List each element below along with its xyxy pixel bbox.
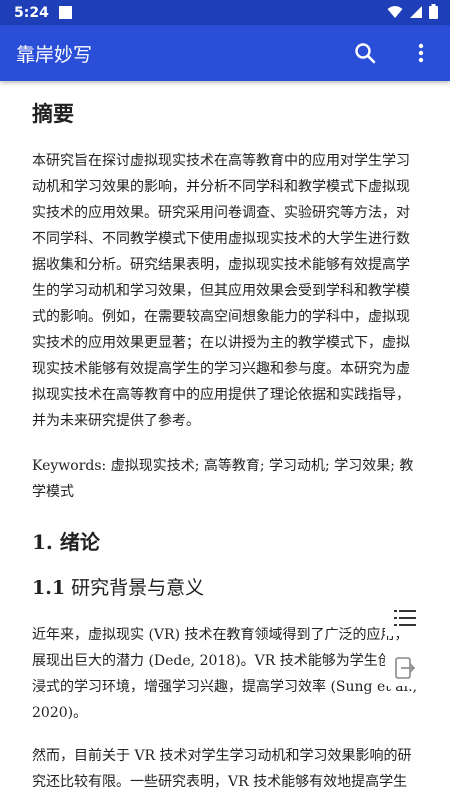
search-icon: [355, 43, 376, 64]
outline-list-icon: [394, 610, 416, 626]
export-icon: [395, 657, 416, 679]
status-icons: [387, 4, 438, 19]
outline-button[interactable]: [385, 600, 425, 636]
search-button[interactable]: [349, 37, 381, 69]
document-content[interactable]: 摘要 本研究旨在探讨虚拟现实技术在高等教育中的应用对学生学习动机和学习效果的影响…: [32, 81, 424, 800]
section-heading-1: 1. 绪论: [32, 530, 100, 554]
paragraph: 近年来，虚拟现实 (VR) 技术在教育领域得到了广泛的应用，展现出巨大的潜力 (…: [32, 627, 420, 721]
status-bar: 5:24: [0, 0, 450, 25]
more-options-button[interactable]: [405, 37, 437, 69]
signal-icon: [410, 5, 422, 18]
paragraph: 然而，目前关于 VR 技术对学生学习动机和学习效果影响的研究还比较有限。一些研究…: [32, 748, 412, 790]
wifi-icon: [387, 5, 403, 18]
section-number: 1.1: [32, 577, 66, 599]
battery-icon: [429, 4, 438, 19]
notification-icon: [58, 6, 72, 19]
floating-panel: [385, 600, 425, 692]
keywords: Keywords: 虚拟现实技术; 高等教育; 学习动机; 学习效果; 教学模式: [32, 458, 414, 500]
app-title: 靠岸妙写: [16, 44, 93, 66]
app-bar: 靠岸妙写: [0, 25, 450, 81]
more-vert-icon: [418, 43, 424, 63]
abstract-title: 摘要: [32, 101, 74, 126]
export-button[interactable]: [385, 650, 425, 686]
status-time: 5:24: [14, 4, 49, 21]
section-title-text: 研究背景与意义: [71, 577, 205, 599]
section-heading-1-1: 1.1 研究背景与意义: [32, 573, 204, 600]
abstract-text: 本研究旨在探讨虚拟现实技术在高等教育中的应用对学生学习动机和学习效果的影响，并分…: [32, 153, 410, 429]
